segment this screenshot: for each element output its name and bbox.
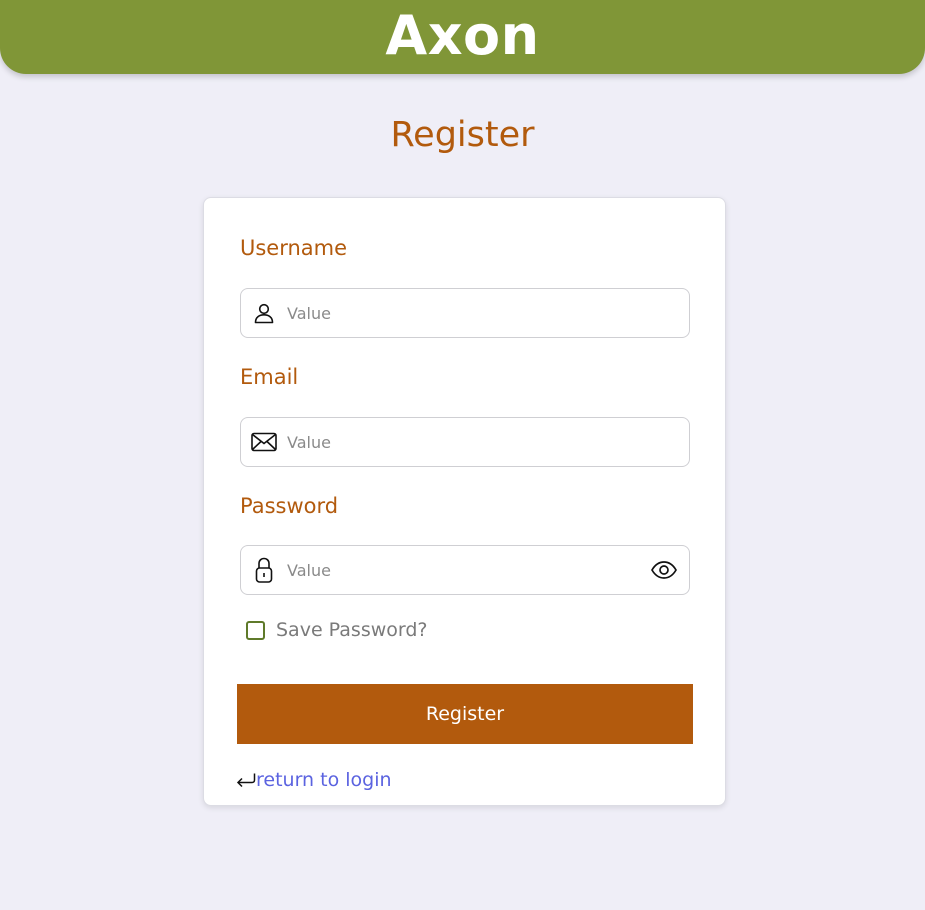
save-password-checkbox[interactable] — [246, 620, 265, 640]
page-title: Register — [390, 115, 535, 155]
username-label: Username — [240, 236, 348, 260]
return-to-login-row: return to login — [236, 767, 392, 793]
lock-icon — [241, 546, 287, 594]
user-icon — [241, 289, 287, 337]
return-arrow-icon — [236, 770, 256, 790]
app-header: Axon — [0, 0, 925, 74]
email-input[interactable] — [287, 420, 689, 464]
username-input[interactable] — [287, 291, 689, 335]
username-field[interactable] — [240, 288, 690, 338]
return-to-login-link[interactable]: return to login — [256, 767, 392, 793]
envelope-icon — [241, 418, 287, 466]
password-label: Password — [240, 494, 339, 518]
save-password-label[interactable]: Save Password? — [276, 618, 428, 642]
save-password-row: Save Password? — [246, 618, 428, 642]
register-card: Username Email Password — [203, 197, 726, 806]
email-label: Email — [240, 365, 299, 389]
password-input[interactable] — [287, 548, 639, 592]
password-field[interactable] — [240, 545, 690, 595]
eye-icon[interactable] — [639, 546, 689, 594]
register-button[interactable]: Register — [237, 684, 693, 744]
email-field[interactable] — [240, 417, 690, 467]
brand-logo: Axon — [385, 4, 540, 67]
